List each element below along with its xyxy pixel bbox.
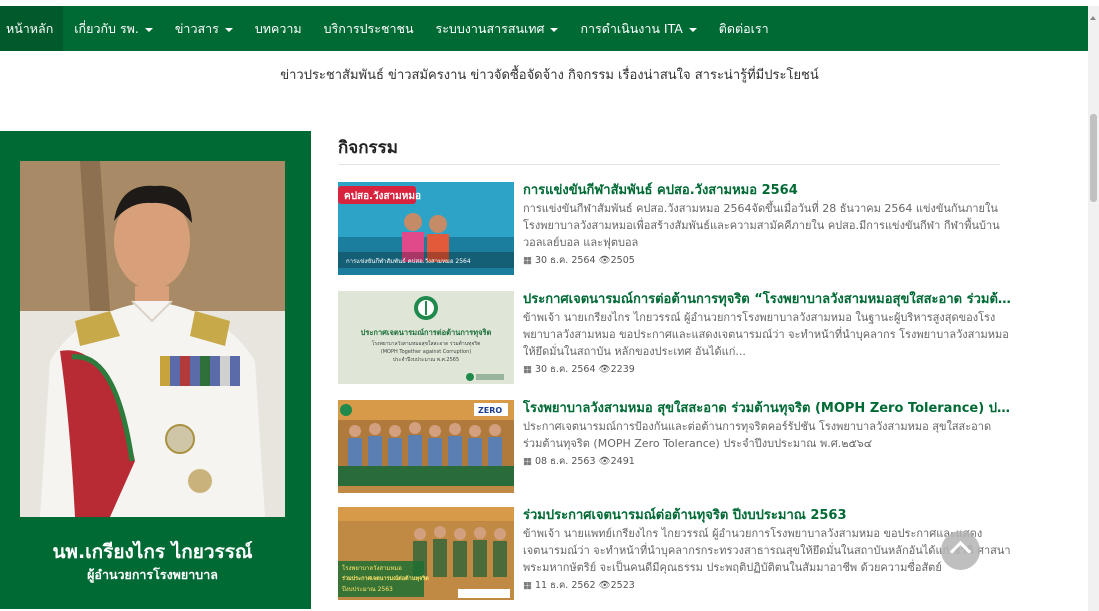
calendar-icon: ▦ bbox=[523, 255, 532, 266]
news-title-link[interactable]: การแข่งขันกีฬาสัมพันธ์ คปสอ.วังสามหมอ 25… bbox=[523, 182, 1013, 199]
list-item[interactable]: โรงพยาบาลวังสามหมอ ร่วมประกาศเจตนารมณ์ต่… bbox=[338, 507, 1013, 602]
chevron-down-icon bbox=[224, 27, 233, 32]
calendar-icon: ▦ bbox=[523, 364, 532, 375]
news-date: 30 ธ.ค. 2564 bbox=[535, 255, 596, 266]
thumb-caption-text: การแข่งขันกีฬาสัมพันธ์ คปสอ.วังสามหมอ 25… bbox=[346, 257, 471, 265]
nav-articles-label: บทความ bbox=[254, 20, 302, 36]
nav-ita-label: การดำเนินงาน ITA bbox=[580, 20, 683, 36]
director-portrait bbox=[20, 161, 285, 517]
sports-event-image: คปสอ.วังสามหมอ การแข่งขันกีฬาสัมพันธ์ คป… bbox=[338, 182, 514, 275]
news-thumbnail[interactable]: โรงพยาบาลวังสามหมอ ร่วมประกาศเจตนารมณ์ต่… bbox=[338, 507, 514, 600]
news-excerpt: การแข่งขันกีฬาสัมพันธ์ คปสอ.วังสามหมอ 25… bbox=[523, 202, 1000, 249]
eye-icon: 👁 bbox=[598, 456, 611, 467]
thumb-logo-text: ZERO bbox=[478, 406, 502, 415]
scroll-up-arrow-icon[interactable] bbox=[1090, 16, 1096, 20]
nav-about-label: เกี่ยวกับ รพ. bbox=[74, 20, 139, 36]
news-meta: ▦ 08 ธ.ค. 2563 👁2491 bbox=[523, 454, 1013, 469]
list-item[interactable]: ZERO โรงพยาบาลวังสามหมอ สุขใสสะอาด ร่วมต… bbox=[338, 400, 1013, 495]
list-item[interactable]: ประกาศเจตนารมณ์การต่อต้านการทุจริต โรงพย… bbox=[338, 291, 1013, 386]
news-meta: ▦ 30 ธ.ค. 2564 👁2505 bbox=[523, 253, 1013, 268]
group-photo-image: ZERO bbox=[338, 400, 514, 493]
thumb-banner-text: คปสอ.วังสามหมอ bbox=[344, 190, 421, 202]
director-title: ผู้อำนวยการโรงพยาบาล bbox=[87, 567, 218, 582]
nav-news-label: ข่าวสาร bbox=[174, 20, 219, 36]
calendar-icon: ▦ bbox=[523, 580, 532, 591]
eye-icon: 👁 bbox=[598, 580, 611, 591]
nav-info-systems-label: ระบบงานสารสนเทศ bbox=[435, 20, 545, 36]
main-navbar: หน้าหลัก เกี่ยวกับ รพ. ข่าวสาร บทความ บร… bbox=[0, 6, 1088, 51]
eye-icon: 👁 bbox=[598, 364, 611, 375]
chevron-down-icon bbox=[144, 27, 153, 32]
ceremony-photo-image: โรงพยาบาลวังสามหมอ ร่วมประกาศเจตนารมณ์ต่… bbox=[338, 507, 514, 600]
news-title-link[interactable]: ร่วมประกาศเจตนารมณ์ต่อต้านทุจริต ปีงบประ… bbox=[523, 507, 1013, 524]
news-views: 2239 bbox=[610, 364, 635, 375]
news-excerpt: ประกาศเจตนารมณ์การป้องกันและต่อต้านการทุ… bbox=[523, 420, 992, 450]
thumb-sub1-text: โรงพยาบาลวังสามหมอสุขใสสะอาด ร่วมต้านทุจ… bbox=[372, 340, 481, 347]
thumb-line2-text: ร่วมประกาศเจตนารมณ์ต่อต้านทุจริต bbox=[342, 574, 429, 582]
chevron-up-icon bbox=[949, 540, 972, 563]
nav-articles[interactable]: บทความ bbox=[244, 6, 313, 51]
section-divider bbox=[338, 164, 1000, 165]
news-title-link[interactable]: โรงพยาบาลวังสามหมอ สุขใสสะอาด ร่วมต้านทุ… bbox=[523, 400, 1013, 417]
nav-info-systems[interactable]: ระบบงานสารสนเทศ bbox=[425, 6, 570, 51]
news-views: 2505 bbox=[610, 255, 635, 266]
nav-public-services[interactable]: บริการประชาชน bbox=[313, 6, 425, 51]
nav-contact-label: ติดต่อเรา bbox=[718, 20, 769, 36]
news-date: 30 ธ.ค. 2564 bbox=[535, 364, 596, 375]
thumb-line3-text: ปีงบประมาณ 2563 bbox=[341, 585, 393, 593]
news-views: 2523 bbox=[610, 580, 635, 591]
page-subtitle: ข่าวประชาสัมพันธ์ ข่าวสมัครงาน ข่าวจัดซื… bbox=[280, 68, 819, 83]
news-views: 2491 bbox=[610, 456, 635, 467]
news-meta: ▦ 11 ธ.ค. 2562 👁2523 bbox=[523, 578, 1013, 593]
thumb-sub2-text: (MOPH Together against Corruption) bbox=[381, 349, 471, 355]
thumb-sub3-text: ประจำปีงบประมาณ พ.ศ.2565 bbox=[393, 356, 459, 363]
director-name: นพ.เกรียงไกร ไกยวรรณ์ bbox=[52, 541, 253, 563]
eye-icon: 👁 bbox=[598, 255, 611, 266]
chevron-down-icon bbox=[550, 27, 559, 32]
section-heading: กิจกรรม bbox=[338, 138, 399, 158]
chevron-down-icon bbox=[688, 27, 697, 32]
director-panel: นพ.เกรียงไกร ไกยวรรณ์ ผู้อำนวยการโรงพยาบ… bbox=[0, 131, 311, 609]
news-excerpt: ข้าพเจ้า นายแพทย์เกรียงไกร ไกยวรรณ์ ผู้อ… bbox=[523, 527, 1011, 574]
nav-home[interactable]: หน้าหลัก bbox=[0, 6, 64, 51]
list-item[interactable]: คปสอ.วังสามหมอ การแข่งขันกีฬาสัมพันธ์ คป… bbox=[338, 182, 1010, 277]
news-excerpt: ข้าพเจ้า นายเกรียงไกร ไกยวรรณ์ ผู้อำนวยก… bbox=[523, 311, 1009, 358]
nav-public-services-label: บริการประชาชน bbox=[323, 20, 414, 36]
news-thumbnail[interactable]: คปสอ.วังสามหมอ การแข่งขันกีฬาสัมพันธ์ คป… bbox=[338, 182, 514, 275]
scroll-to-top-button[interactable] bbox=[941, 531, 980, 570]
thumb-line1-text: โรงพยาบาลวังสามหมอ bbox=[342, 564, 402, 572]
thumb-heading-text: ประกาศเจตนารมณ์การต่อต้านการทุจริต bbox=[361, 328, 492, 337]
calendar-icon: ▦ bbox=[523, 456, 532, 467]
director-photo bbox=[20, 161, 285, 517]
news-date: 08 ธ.ค. 2563 bbox=[535, 456, 596, 467]
nav-ita[interactable]: การดำเนินงาน ITA bbox=[569, 6, 707, 51]
nav-about[interactable]: เกี่ยวกับ รพ. bbox=[63, 6, 164, 51]
scrollbar-thumb[interactable] bbox=[1090, 114, 1097, 202]
news-thumbnail[interactable]: ประกาศเจตนารมณ์การต่อต้านการทุจริต โรงพย… bbox=[338, 291, 514, 384]
news-meta: ▦ 30 ธ.ค. 2564 👁2239 bbox=[523, 362, 1013, 377]
anti-corruption-poster-image: ประกาศเจตนารมณ์การต่อต้านการทุจริต โรงพย… bbox=[338, 291, 514, 384]
nav-contact[interactable]: ติดต่อเรา bbox=[708, 6, 780, 51]
news-thumbnail[interactable]: ZERO bbox=[338, 400, 514, 493]
nav-home-label: หน้าหลัก bbox=[6, 20, 54, 36]
news-date: 11 ธ.ค. 2562 bbox=[535, 580, 596, 591]
nav-news[interactable]: ข่าวสาร bbox=[164, 6, 244, 51]
news-title-link[interactable]: ประกาศเจตนารมณ์การต่อต้านการทุจริต “โรงพ… bbox=[523, 291, 1013, 308]
page-scrollbar[interactable] bbox=[1088, 6, 1099, 611]
